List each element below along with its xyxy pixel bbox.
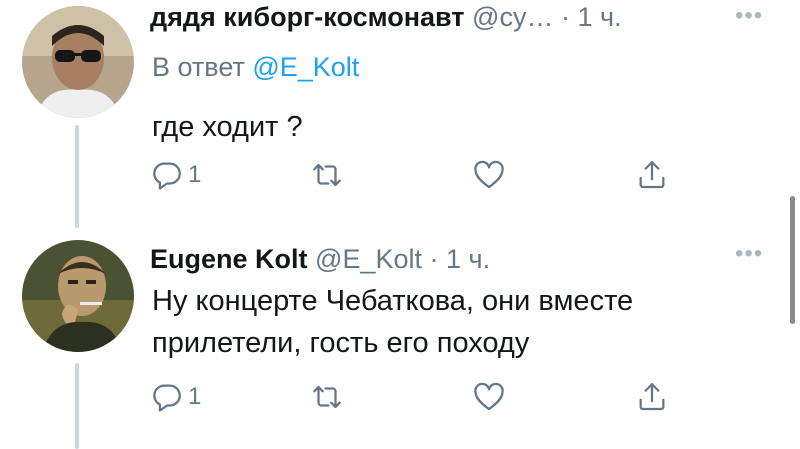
timestamp[interactable]: 1 ч. (577, 2, 621, 32)
avatar[interactable] (22, 240, 134, 352)
tweet-text: где ходит ? (152, 111, 303, 143)
thread-line (75, 363, 79, 449)
action-bar: 1 (150, 158, 670, 198)
retweet-icon (313, 385, 341, 409)
share-icon (639, 161, 665, 189)
separator-dot: · (560, 2, 570, 32)
reply-to-link[interactable]: @E_Kolt (252, 52, 359, 82)
username[interactable]: @E_Kolt (315, 244, 422, 274)
display-name[interactable]: дядя киборг-космонавт (150, 2, 465, 32)
more-icon[interactable]: ••• (735, 2, 763, 30)
scrollbar[interactable] (790, 196, 795, 324)
reply-count: 1 (188, 383, 202, 410)
share-button[interactable] (635, 158, 669, 192)
username[interactable]: @су… (472, 2, 553, 32)
tweet[interactable]: Eugene Kolt @E_Kolt · 1 ч. ••• Ну концер… (0, 228, 800, 449)
tweet-header: дядя киборг-космонавт @су… · 1 ч. (150, 2, 622, 33)
like-button[interactable] (472, 158, 506, 192)
reply-context: В ответ @E_Kolt (152, 52, 359, 83)
reply-button[interactable]: 1 (150, 380, 201, 414)
more-icon[interactable]: ••• (735, 240, 763, 268)
reply-icon (153, 162, 181, 190)
tweet[interactable]: дядя киборг-космонавт @су… · 1 ч. ••• В … (0, 0, 800, 228)
reply-button[interactable]: 1 (150, 158, 201, 192)
share-icon (639, 383, 665, 411)
reply-icon (153, 384, 181, 412)
display-name[interactable]: Eugene Kolt (150, 244, 308, 274)
action-bar: 1 (150, 380, 670, 420)
heart-icon (474, 382, 504, 411)
tweet-text: Ну концерте Чебаткова, они вместе прилет… (152, 285, 634, 359)
heart-icon (474, 160, 504, 189)
like-button[interactable] (472, 380, 506, 414)
timestamp[interactable]: 1 ч. (446, 244, 490, 274)
thread-line (75, 125, 79, 228)
tweet-header: Eugene Kolt @E_Kolt · 1 ч. (150, 244, 490, 275)
share-button[interactable] (635, 380, 669, 414)
reply-prefix: В ответ (152, 52, 245, 82)
retweet-button[interactable] (310, 380, 344, 414)
avatar[interactable] (22, 6, 134, 118)
retweet-button[interactable] (310, 158, 344, 192)
reply-count: 1 (188, 161, 202, 188)
separator-dot: · (429, 244, 439, 274)
retweet-icon (313, 163, 341, 187)
